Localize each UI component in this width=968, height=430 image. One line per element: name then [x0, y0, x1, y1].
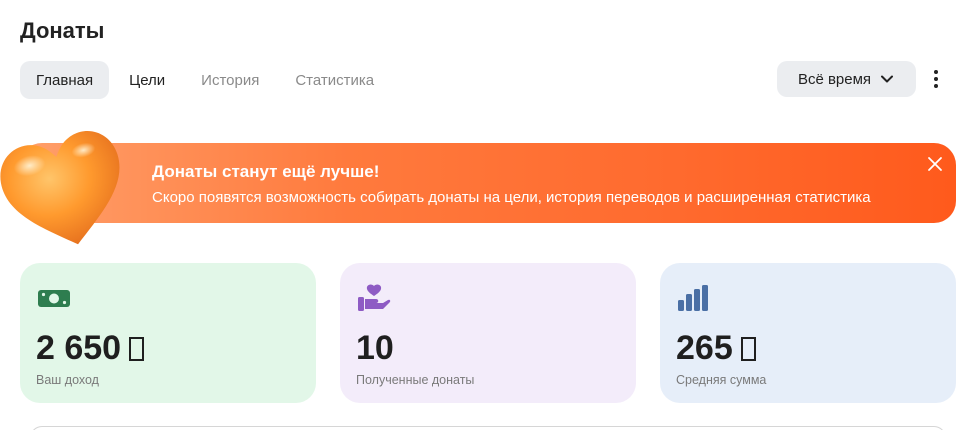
- stat-card-income: 2 650 Ваш доход: [20, 263, 316, 403]
- stat-label: Средняя сумма: [676, 373, 767, 387]
- stat-card-average: 265 Средняя сумма: [660, 263, 956, 403]
- currency-glyph: [740, 336, 756, 361]
- bar-chart-icon: [678, 285, 708, 311]
- heart-icon: [0, 131, 120, 245]
- banner-title: Донаты станут ещё лучше!: [152, 162, 380, 181]
- stat-value: 10: [356, 329, 394, 367]
- stat-value: 265: [676, 329, 756, 368]
- period-dropdown-label: Всё время: [797, 70, 872, 88]
- promo-banner: Донаты станут ещё лучше! Скоро появятся …: [20, 143, 956, 223]
- tab-main[interactable]: Главная: [20, 61, 110, 99]
- stat-card-donations: 10 Полученные донаты: [340, 263, 636, 403]
- banner-text: Скоро появятся возможность собирать дона…: [152, 189, 871, 206]
- close-icon[interactable]: [926, 155, 944, 173]
- currency-glyph: [129, 336, 145, 361]
- stat-label: Полученные донаты: [356, 373, 475, 387]
- stats-cards: 2 650 Ваш доход 10 Полученные донаты 265…: [20, 263, 956, 403]
- chevron-down-icon: [881, 75, 894, 83]
- next-section-edge: [30, 426, 946, 430]
- stat-label: Ваш доход: [36, 373, 99, 387]
- money-icon: [38, 290, 70, 307]
- page-title: Донаты: [20, 18, 105, 43]
- tab-history[interactable]: История: [185, 61, 275, 99]
- period-dropdown[interactable]: Всё время: [777, 61, 916, 97]
- tab-statistics[interactable]: Статистика: [279, 61, 390, 99]
- stat-value: 2 650: [36, 329, 145, 368]
- more-vertical-icon[interactable]: [926, 66, 946, 92]
- tab-goals[interactable]: Цели: [113, 61, 181, 99]
- tab-bar: Главная Цели История Статистика: [20, 61, 394, 99]
- hand-heart-icon: [358, 284, 391, 311]
